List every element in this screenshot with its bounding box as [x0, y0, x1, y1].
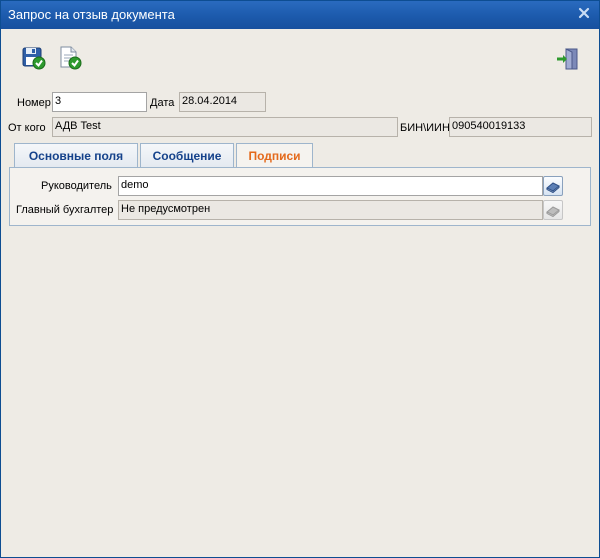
- date-field[interactable]: 28.04.2014: [179, 92, 266, 112]
- exit-button[interactable]: [556, 47, 580, 71]
- head-select-button[interactable]: [543, 176, 563, 196]
- from-label: От кого: [8, 122, 46, 134]
- close-icon[interactable]: [577, 6, 591, 20]
- head-field[interactable]: demo: [118, 176, 543, 196]
- number-field[interactable]: 3: [52, 92, 147, 112]
- signatures-panel: Руководитель demo Главный бухгалтер Не п…: [9, 167, 591, 226]
- exit-door-icon: [557, 48, 578, 70]
- window-title: Запрос на отзыв документа: [8, 7, 175, 22]
- keyboard-icon-disabled: [546, 206, 560, 218]
- date-label: Дата: [150, 97, 175, 109]
- head-label: Руководитель: [41, 180, 112, 192]
- number-label: Номер: [17, 97, 51, 109]
- tab-signatures[interactable]: Подписи: [236, 143, 313, 169]
- accountant-field[interactable]: Не предусмотрен: [118, 200, 543, 220]
- sign-document-button[interactable]: [58, 46, 82, 70]
- tab-main-fields[interactable]: Основные поля: [14, 143, 138, 168]
- document-sign-icon: [60, 46, 82, 70]
- keyboard-icon: [546, 182, 560, 194]
- dialog-window: Запрос на отзыв документа Номер 3 Дата 2…: [0, 0, 600, 558]
- bin-label: БИН\ИИН: [400, 122, 450, 134]
- from-field[interactable]: АДВ Test: [52, 117, 398, 137]
- save-sign-button[interactable]: [22, 46, 46, 70]
- save-sign-icon: [22, 47, 46, 70]
- accountant-label: Главный бухгалтер: [16, 204, 114, 216]
- bin-field[interactable]: 090540019133: [449, 117, 592, 137]
- title-bar[interactable]: Запрос на отзыв документа: [1, 1, 599, 29]
- accountant-select-button[interactable]: [543, 200, 563, 220]
- tab-message[interactable]: Сообщение: [140, 143, 234, 168]
